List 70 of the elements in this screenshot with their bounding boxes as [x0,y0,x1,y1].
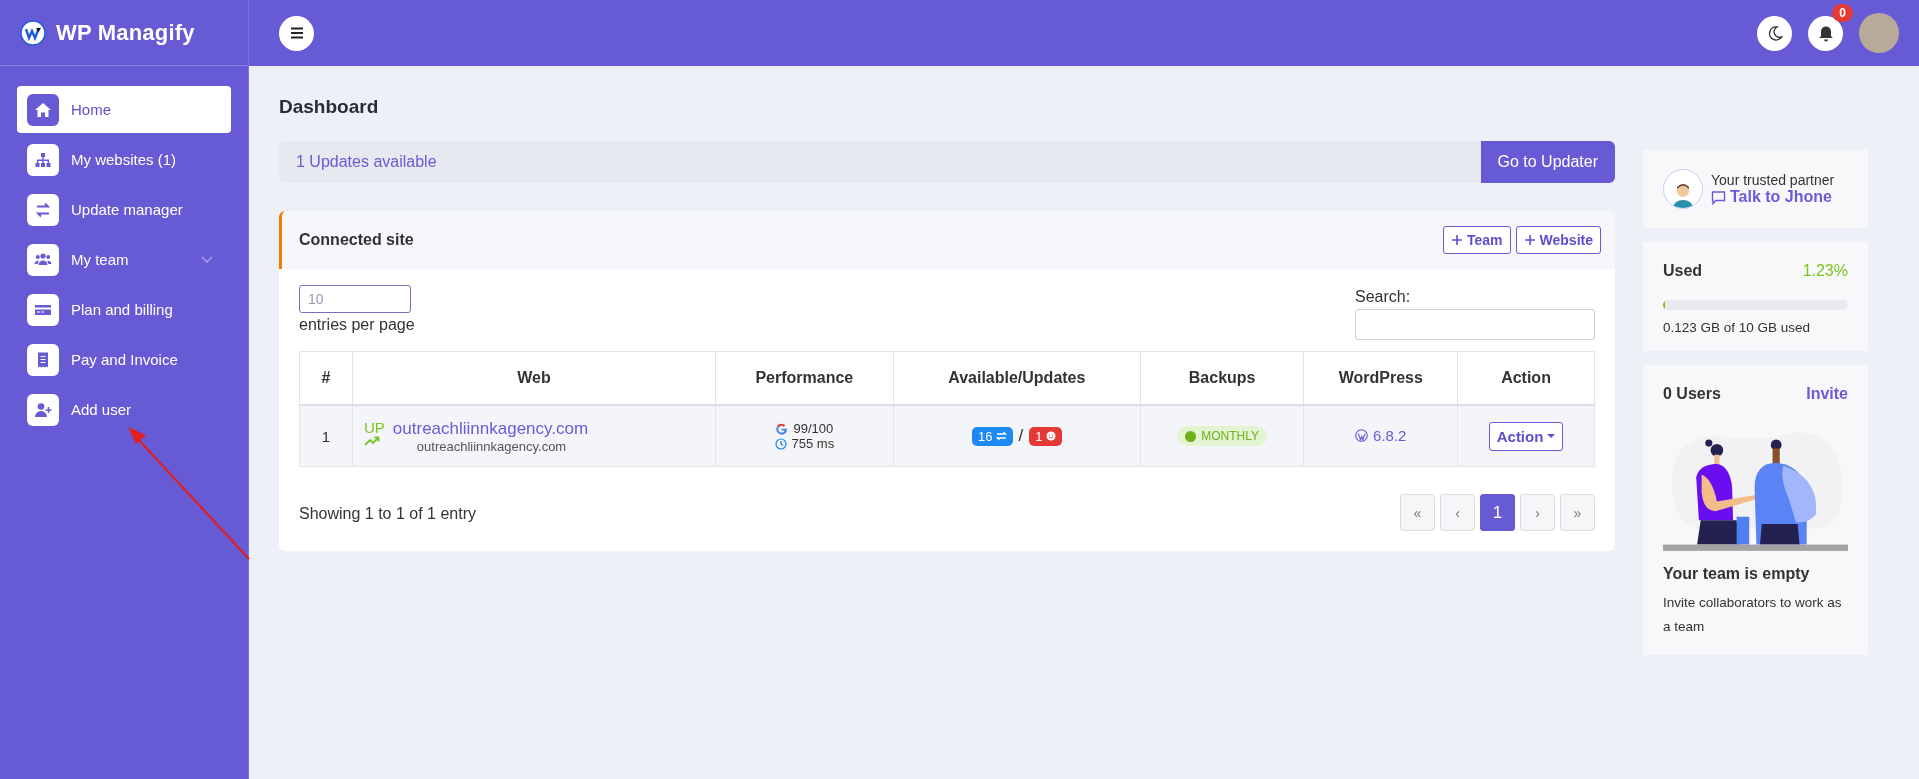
sidebar-item[interactable]: My websites (1) [17,136,231,183]
team-empty-text: Invite collaborators to work as a team [1663,594,1843,636]
sitemap-icon [27,143,59,176]
chat-icon [1711,189,1726,205]
credit-card-icon [27,293,59,326]
clock-icon [774,437,787,450]
pagination-button[interactable]: « [1400,494,1435,531]
go-to-updater-button[interactable]: Go to Updater [1480,141,1615,183]
notification-count: 0 [1832,3,1853,22]
usage-percent: 1.23% [1802,262,1848,280]
trend-up-icon [364,435,380,446]
search-input[interactable] [1355,309,1595,340]
status-text: UP [364,418,385,436]
table-cell: 1 [299,405,353,467]
plus-icon [1523,234,1536,246]
invite-link[interactable]: Invite [1806,385,1848,403]
entries-input[interactable]: 10 [299,285,411,313]
updates-text: 1 Updates available [295,153,437,171]
site-link[interactable]: outreachliinnkagency.com [392,418,589,438]
bell-icon [1817,24,1834,42]
partner-caption: Your trusted partner [1711,172,1835,188]
wordpress-icon [1355,429,1369,442]
receipt-icon [27,343,59,376]
updates-badge: 1 [1029,426,1062,446]
talk-link[interactable]: Talk to Jhone [1711,188,1835,206]
pagespeed-score: 99/100 [793,421,834,436]
users-count: 0 Users [1663,385,1721,403]
sidebar-item[interactable]: Pay and Invoice [17,336,231,383]
caret-icon [1547,433,1556,439]
sidebar-item[interactable]: Plan and billing [17,286,231,333]
card-title: Connected site [299,231,414,249]
users-icon [27,243,59,276]
partner-avatar [1663,169,1703,209]
plus-icon [1451,234,1463,246]
usage-detail: 0.123 GB of 10 GB used [1663,320,1812,335]
sidebar-item[interactable]: Update manager [17,186,231,233]
pagination-button[interactable]: » [1560,494,1595,531]
dark-mode-button[interactable] [1757,15,1792,51]
pagination-button[interactable]: › [1520,494,1555,531]
menu-button[interactable] [279,15,314,51]
available-badge: 16 [972,426,1013,446]
separator-text: / [1018,426,1024,446]
user-plus-icon [27,393,59,426]
add-website-button[interactable]: Website [1515,226,1601,254]
sidebar-item[interactable]: Home [17,86,231,133]
usage-title: Used [1663,262,1703,280]
action-dropdown[interactable]: Action [1488,421,1564,451]
page-title: Dashboard [279,96,380,118]
pagination-button[interactable]: ‹ [1440,494,1475,531]
backup-badge: MONTHLY [1177,426,1268,446]
moon-icon [1766,25,1783,41]
sidebar-item[interactable]: Add user [17,386,231,433]
site-subtitle: outreachliinnkagency.com [415,438,568,454]
sidebar-item[interactable]: My team [17,236,231,283]
load-time: 755 ms [791,436,835,451]
entries-summary: Showing 1 to 1 of 1 entry [299,505,476,523]
pagination-button[interactable]: 1 [1480,494,1515,531]
menu-icon [289,27,304,39]
logo-icon [20,19,46,46]
add-team-button[interactable]: Team [1443,226,1511,254]
wordpress-version: 6.8.2 [1355,427,1407,444]
entries-label: entries per page [299,316,415,334]
google-icon [775,422,789,435]
search-label: Search: [1355,288,1411,306]
team-empty-heading: Your team is empty [1663,565,1811,583]
home-icon [27,93,59,126]
arrows-exchange-icon [27,193,59,226]
notifications-button[interactable] [1808,15,1843,51]
brand-name: WP Managify [56,19,195,46]
chevron-down-icon [201,255,213,264]
